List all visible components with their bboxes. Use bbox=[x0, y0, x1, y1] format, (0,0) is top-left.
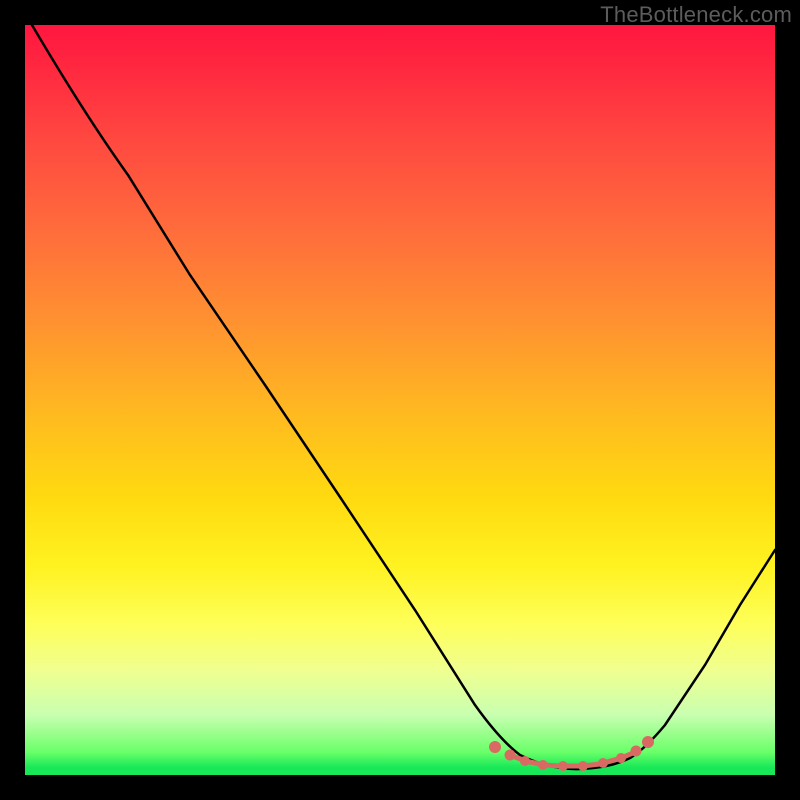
chart-container: TheBottleneck.com bbox=[0, 0, 800, 800]
optimal-range-marker bbox=[490, 737, 653, 770]
bottleneck-curve bbox=[32, 25, 775, 769]
plot-area bbox=[25, 25, 775, 775]
curve-overlay bbox=[25, 25, 775, 775]
watermark-text: TheBottleneck.com bbox=[600, 2, 792, 28]
